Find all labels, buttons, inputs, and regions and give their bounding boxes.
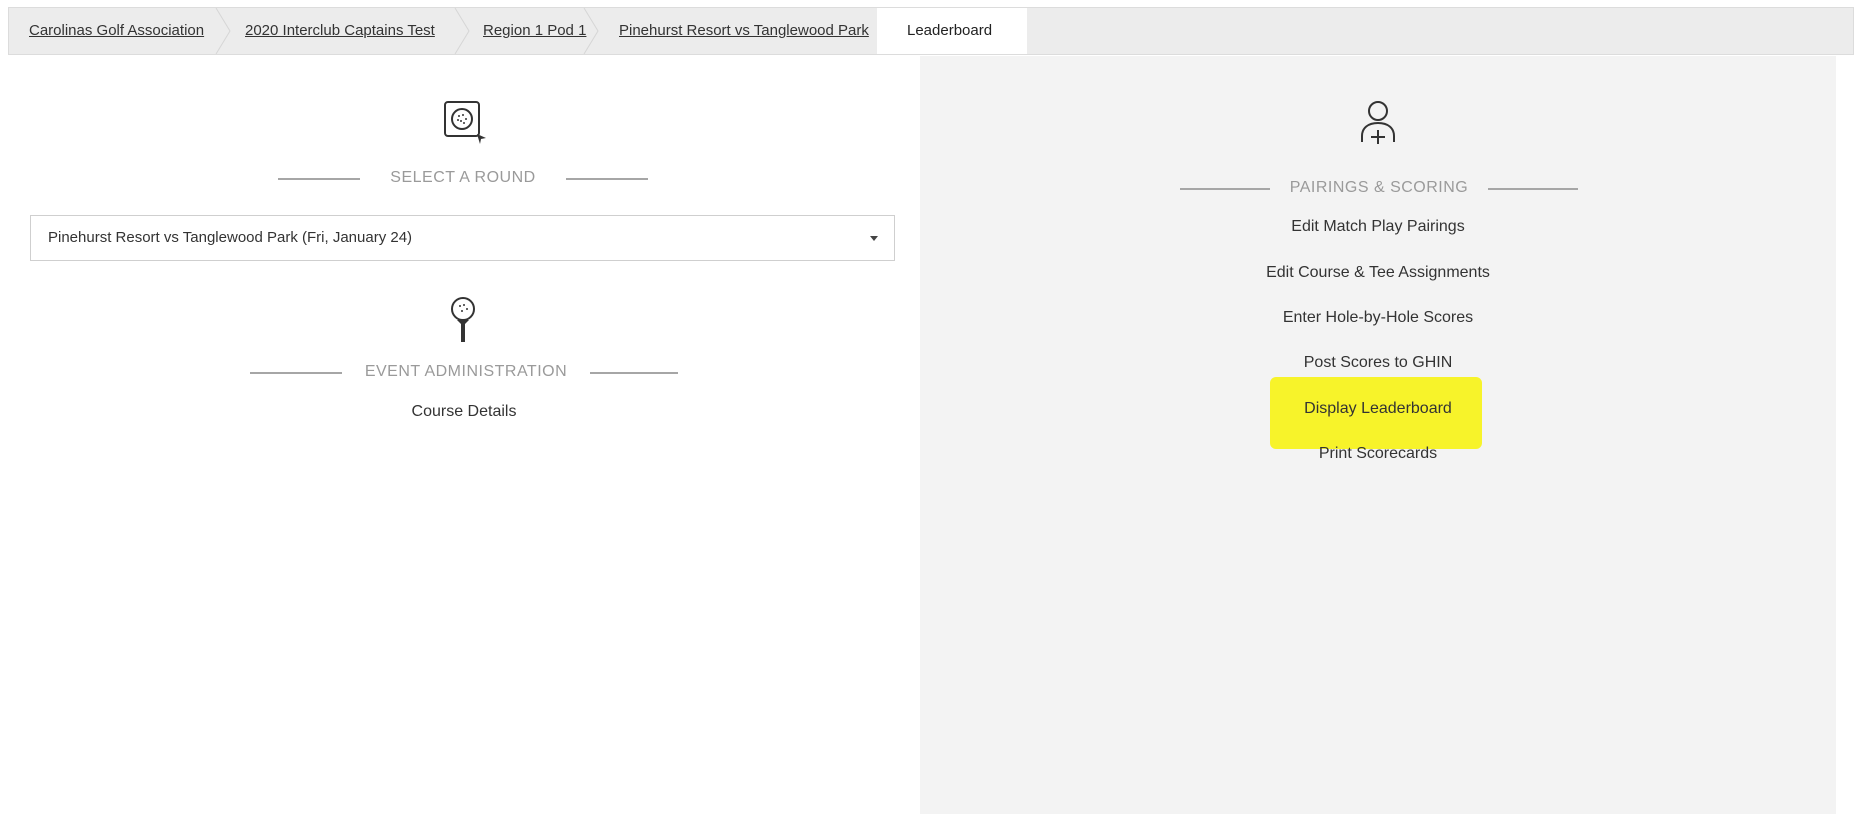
post-scores-to-ghin-link[interactable]: Post Scores to GHIN: [1230, 352, 1526, 374]
breadcrumb: Carolinas Golf Association 2020 Interclu…: [8, 7, 1854, 55]
section-divider-left: [250, 372, 342, 374]
print-scorecards-link[interactable]: Print Scorecards: [1230, 443, 1526, 465]
select-round-title: SELECT A ROUND: [390, 169, 536, 186]
golf-ball-tee-icon: [451, 297, 475, 342]
breadcrumb-item-pinehurst-vs-tanglewood[interactable]: Pinehurst Resort vs Tanglewood Park: [619, 8, 869, 54]
golf-ball-cursor-icon: [444, 101, 486, 144]
breadcrumb-separator-icon: [583, 8, 599, 54]
section-divider-left: [278, 178, 360, 180]
section-divider-left: [1180, 188, 1270, 190]
breadcrumb-separator-icon: [215, 8, 231, 54]
breadcrumb-item-region-1-pod-1[interactable]: Region 1 Pod 1: [483, 8, 586, 54]
pairings-scoring-title: PAIRINGS & SCORING: [1289, 179, 1469, 196]
breadcrumb-separator-icon: [454, 8, 470, 54]
edit-course-tee-assignments-link[interactable]: Edit Course & Tee Assignments: [1230, 262, 1526, 284]
breadcrumb-item-interclub-captains-test[interactable]: 2020 Interclub Captains Test: [245, 8, 435, 54]
section-divider-right: [566, 178, 648, 180]
edit-match-play-pairings-link[interactable]: Edit Match Play Pairings: [1230, 216, 1526, 238]
display-leaderboard-link[interactable]: Display Leaderboard: [1230, 398, 1526, 420]
course-details-link[interactable]: Course Details: [364, 401, 564, 423]
event-administration-title: EVENT ADMINISTRATION: [364, 363, 568, 380]
caret-down-icon: [870, 236, 878, 241]
round-select-value: Pinehurst Resort vs Tanglewood Park (Fri…: [48, 229, 413, 246]
breadcrumb-current-leaderboard: Leaderboard: [907, 22, 993, 39]
breadcrumb-item-carolinas-golf-association[interactable]: Carolinas Golf Association: [29, 8, 204, 54]
user-add-icon: [1361, 101, 1395, 144]
section-divider-right: [1488, 188, 1578, 190]
section-divider-right: [590, 372, 678, 374]
enter-hole-by-hole-scores-link[interactable]: Enter Hole-by-Hole Scores: [1230, 307, 1526, 329]
round-select-dropdown[interactable]: Pinehurst Resort vs Tanglewood Park (Fri…: [30, 215, 895, 261]
